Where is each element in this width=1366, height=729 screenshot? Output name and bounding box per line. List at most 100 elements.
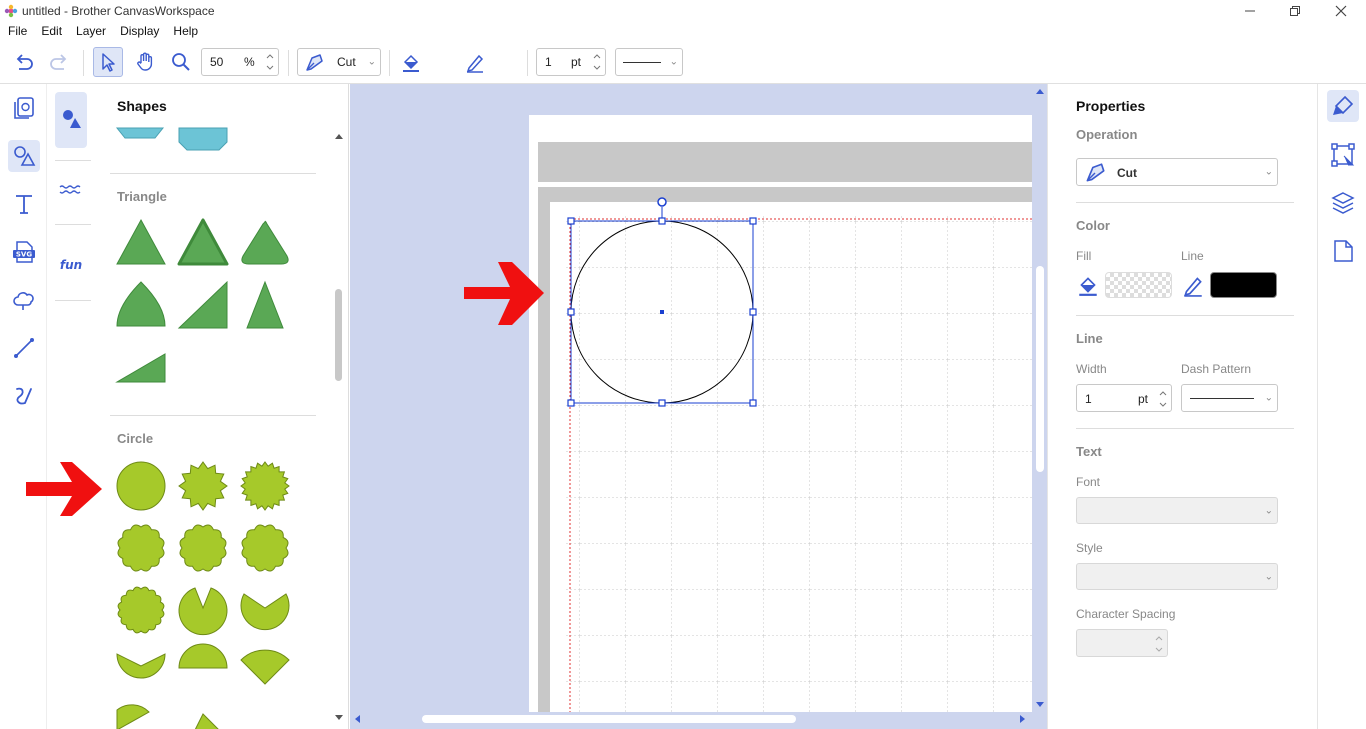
flat-right-triangle-shape[interactable] — [115, 353, 166, 383]
dash-pattern-select[interactable]: ⌄ — [615, 48, 683, 76]
layers-tab[interactable] — [1330, 190, 1356, 219]
scroll-up-arrow[interactable] — [333, 130, 345, 142]
bowl-shape[interactable] — [116, 653, 166, 679]
svg-text:SVG: SVG — [16, 251, 32, 259]
menu-edit[interactable]: Edit — [41, 24, 62, 38]
fun-shapes-category[interactable]: fun — [57, 252, 85, 276]
pen-icon — [1184, 277, 1202, 297]
chevron-down-icon: ⌄ — [1264, 505, 1273, 516]
font-dropdown[interactable]: ⌄ — [1076, 497, 1278, 524]
text-icon — [16, 195, 32, 214]
resize-handle[interactable] — [567, 217, 575, 225]
menu-display[interactable]: Display — [120, 24, 159, 38]
semicircle-shape[interactable] — [178, 643, 228, 669]
red-arrow-annotation — [26, 462, 102, 516]
text-button[interactable] — [8, 188, 40, 220]
select-tool-button[interactable] — [93, 47, 123, 77]
menu-file[interactable]: File — [8, 24, 27, 38]
line-width-input[interactable]: 1 pt — [1076, 384, 1172, 412]
close-button[interactable] — [1318, 0, 1364, 22]
fill-color-swatch[interactable] — [1105, 272, 1172, 298]
line-width-stepper[interactable] — [591, 50, 603, 74]
shapes-scrollbar-thumb[interactable] — [335, 289, 342, 381]
sector-shape[interactable] — [194, 713, 219, 729]
triangle-shape[interactable] — [116, 218, 166, 265]
soft-triangle-shape[interactable] — [241, 220, 289, 265]
basic-shapes-icon — [63, 110, 81, 128]
transform-icon — [1331, 143, 1355, 167]
tall-triangle-shape[interactable] — [246, 280, 284, 329]
rotate-handle[interactable] — [657, 197, 667, 207]
hexagon-shape[interactable] — [178, 127, 228, 151]
line-tool-button[interactable] — [8, 332, 40, 364]
svg-import-button[interactable]: SVG — [8, 236, 40, 268]
trapezoid-shape[interactable] — [115, 127, 165, 139]
resize-handle[interactable] — [749, 308, 757, 316]
menu-layer[interactable]: Layer — [76, 24, 106, 38]
zoom-stepper[interactable] — [264, 50, 276, 74]
line-width-input[interactable]: 1 pt — [536, 48, 606, 76]
pan-tool-button[interactable] — [130, 47, 160, 77]
scalloped-circle-shape[interactable] — [179, 524, 227, 572]
starburst-24-shape[interactable] — [240, 461, 290, 511]
basic-shapes-category[interactable] — [55, 92, 87, 148]
resize-handle[interactable] — [658, 399, 666, 407]
canvas-area[interactable] — [350, 84, 1047, 729]
redo-button[interactable] — [44, 47, 74, 77]
color-section-label: Color — [1076, 218, 1110, 233]
circle-shape[interactable] — [116, 461, 166, 511]
fill-color-tool[interactable] — [396, 47, 426, 77]
transform-tab[interactable] — [1330, 142, 1356, 171]
wave-border-icon — [59, 185, 81, 194]
operation-dropdown[interactable]: Cut ⌄ — [1076, 158, 1278, 186]
vertical-scrollbar-thumb[interactable] — [1036, 266, 1044, 472]
arc-triangle-shape[interactable] — [116, 281, 166, 327]
resize-handle[interactable] — [749, 217, 757, 225]
trace-button[interactable] — [8, 284, 40, 316]
page-tab[interactable] — [1330, 238, 1356, 267]
zoom-tool-button[interactable] — [166, 47, 196, 77]
scalloped-circle-shape[interactable] — [117, 524, 165, 572]
line-color-swatch[interactable] — [1210, 272, 1277, 298]
rounded-triangle-shape[interactable] — [177, 218, 229, 266]
menu-help[interactable]: Help — [173, 24, 198, 38]
templates-button[interactable] — [8, 92, 40, 124]
undo-button[interactable] — [9, 47, 39, 77]
resize-handle[interactable] — [658, 217, 666, 225]
dash-pattern-dropdown[interactable]: ⌄ — [1181, 384, 1278, 412]
restore-button[interactable] — [1272, 0, 1318, 22]
freehand-tool-button[interactable] — [8, 380, 40, 412]
minimize-button[interactable] — [1227, 0, 1273, 22]
stepper-arrows-icon[interactable] — [1154, 632, 1164, 656]
solid-line-preview — [623, 62, 661, 63]
scalloped-circle-shape[interactable] — [241, 524, 289, 572]
properties-tab[interactable] — [1327, 90, 1359, 122]
minimize-icon — [1245, 10, 1255, 12]
category-divider — [55, 300, 91, 301]
window-title: untitled - Brother CanvasWorkspace — [22, 4, 215, 18]
stepper-arrows-icon[interactable] — [1158, 387, 1168, 411]
fan-shape[interactable] — [240, 649, 290, 685]
scroll-down-arrow[interactable] — [333, 712, 345, 724]
resize-handle[interactable] — [567, 399, 575, 407]
operation-select[interactable]: Cut ⌄ — [297, 48, 381, 76]
line-width-value: 1 — [545, 55, 552, 69]
quarter-circle-shape[interactable] — [116, 704, 150, 729]
line-tool-icon — [14, 338, 34, 358]
chevron-down-icon: ⌄ — [1264, 166, 1273, 178]
starburst-12-shape[interactable] — [178, 461, 228, 511]
scalloped-circle-shape[interactable] — [117, 586, 165, 634]
pacman-up-shape[interactable] — [178, 587, 228, 636]
zoom-input[interactable]: 50 % — [201, 48, 279, 76]
style-dropdown[interactable]: ⌄ — [1076, 563, 1278, 590]
line-color-tool[interactable] — [460, 47, 490, 77]
chevron-down-icon: ⌄ — [1264, 392, 1273, 404]
character-spacing-input[interactable] — [1076, 629, 1168, 657]
shapes-button[interactable] — [8, 140, 40, 172]
border-shapes-category[interactable] — [57, 178, 85, 202]
right-triangle-shape[interactable] — [177, 280, 228, 329]
resize-handle[interactable] — [749, 399, 757, 407]
horizontal-scrollbar-thumb[interactable] — [422, 715, 796, 723]
wide-pacman-shape[interactable] — [240, 593, 290, 631]
resize-handle[interactable] — [567, 308, 575, 316]
